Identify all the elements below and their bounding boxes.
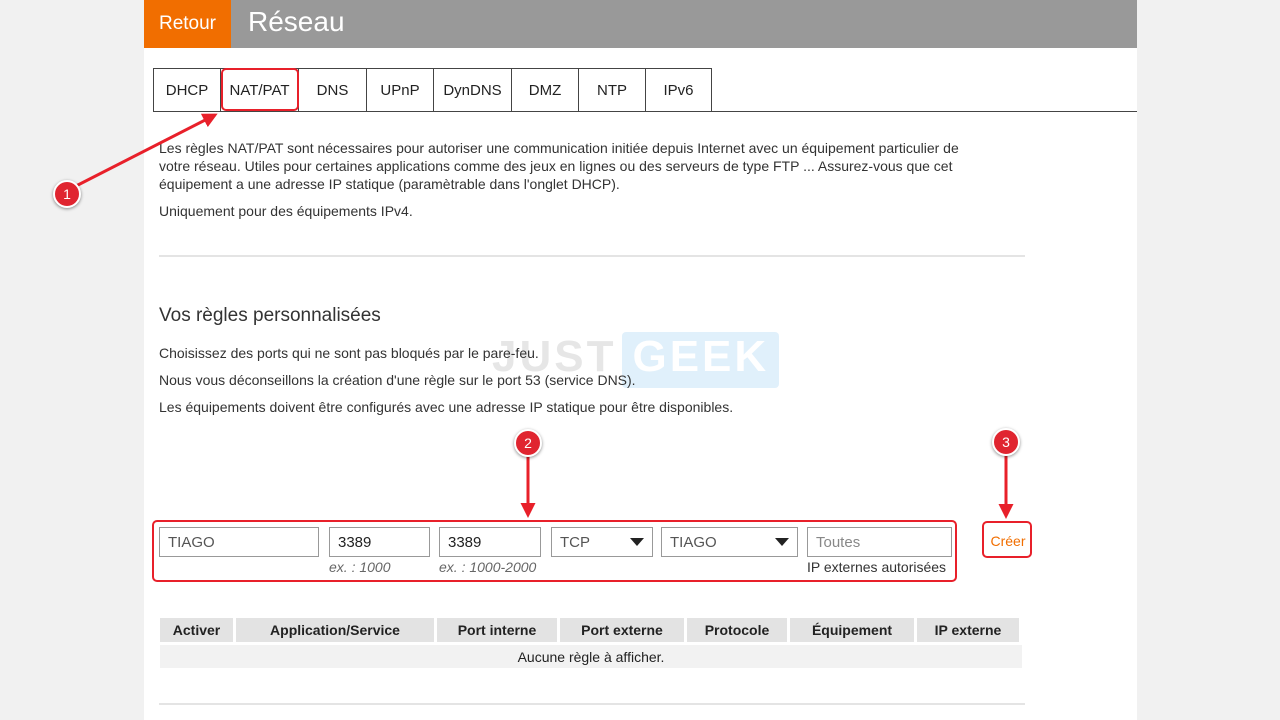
annotation-badge-1: 1 bbox=[53, 180, 81, 208]
annotation-badge-2: 2 bbox=[514, 429, 542, 457]
arrow-to-tab bbox=[73, 113, 218, 189]
annotation-arrows bbox=[73, 113, 1014, 519]
annotation-badge-3: 3 bbox=[992, 428, 1020, 456]
